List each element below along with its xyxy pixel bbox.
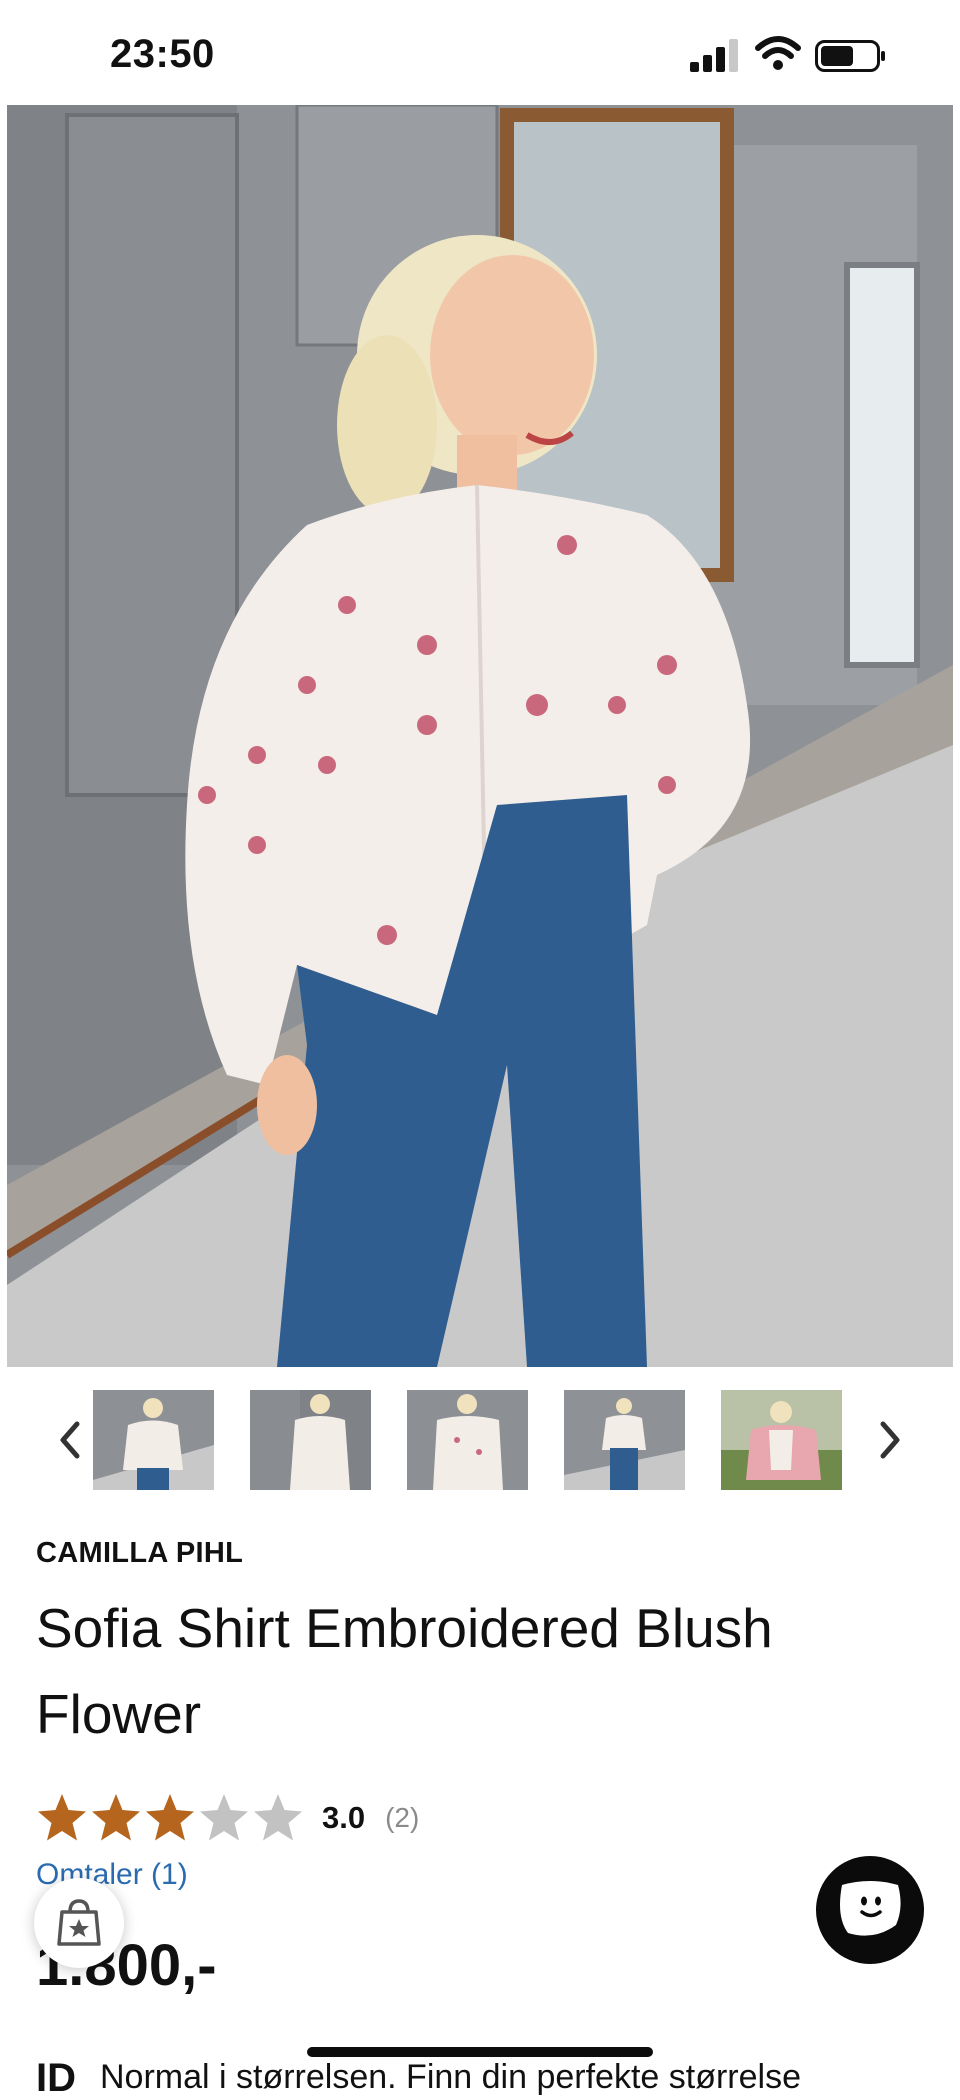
battery-icon [815, 40, 885, 72]
rating-count: (2) [385, 1802, 420, 1833]
star-empty-icon [200, 1794, 248, 1841]
star-filled-icon [92, 1794, 140, 1841]
chevron-right-icon [880, 1421, 900, 1459]
size-hint-logo: ID [36, 2056, 76, 2100]
size-hint[interactable]: ID Normal i størrelsen. Finn din perfekt… [36, 2058, 801, 2098]
thumbnail-image [250, 1390, 371, 1490]
thumbnail-strip [0, 1390, 960, 1490]
thumbnail-next-button[interactable] [865, 1412, 915, 1468]
product-title: Sofia Shirt Embroidered Blush Flower [36, 1597, 773, 1745]
thumbnail-back-view[interactable] [250, 1390, 371, 1490]
status-bar: 23:50 [0, 0, 960, 105]
thumbnail-image [93, 1390, 214, 1490]
star-empty-icon [254, 1794, 302, 1841]
thumbnail-side-view[interactable] [407, 1390, 528, 1490]
shop-floating-button[interactable] [34, 1878, 124, 1968]
chat-face-icon [840, 1881, 901, 1936]
chat-floating-button[interactable] [816, 1856, 924, 1964]
product-main-image[interactable] [7, 105, 953, 1367]
shopping-bag-star-icon [57, 1899, 101, 1946]
size-hint-text: Normal i størrelsen. Finn din perfekte s… [100, 2058, 801, 2096]
thumbnail-image [721, 1390, 842, 1490]
product-brand[interactable]: CAMILLA PIHL [36, 1537, 243, 1570]
thumbnail-full-length[interactable] [564, 1390, 685, 1490]
thumbnail-front-view[interactable] [93, 1390, 214, 1490]
thumbnail-image [564, 1390, 685, 1490]
status-time: 23:50 [110, 32, 215, 76]
rating-value: 3.0 [322, 1800, 366, 1835]
rating-stars [36, 1792, 304, 1844]
thumbnail-prev-button[interactable] [45, 1412, 95, 1468]
home-indicator [307, 2047, 653, 2057]
star-filled-icon [146, 1794, 194, 1841]
wifi-icon [755, 36, 801, 70]
cellular-signal-icon [690, 39, 738, 72]
product-rating[interactable]: 3.0 (2) [36, 1790, 419, 1846]
chevron-left-icon [60, 1421, 80, 1459]
star-filled-icon [38, 1794, 86, 1841]
thumbnail-image [407, 1390, 528, 1490]
product-photo [7, 105, 953, 1367]
thumbnail-outdoor-pink-cardigan[interactable] [721, 1390, 842, 1490]
